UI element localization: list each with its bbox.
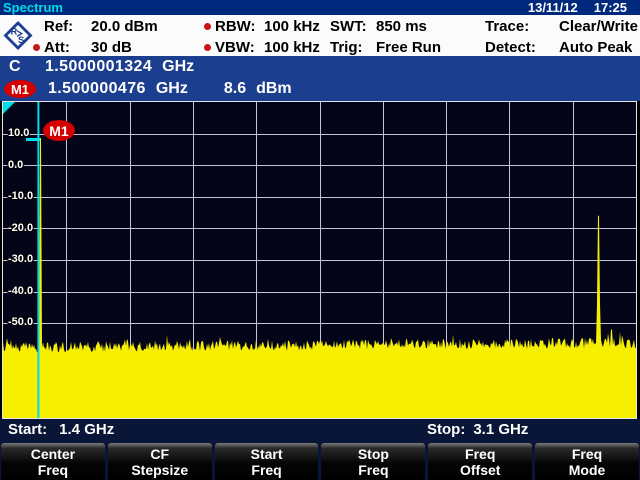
marker1-level-unit: dBm: [256, 80, 292, 98]
trigger-setting: Trig: Free Run: [330, 37, 441, 57]
vbw-value: 100 kHz: [264, 39, 320, 56]
vbw-setting: VBW: 100 kHz: [204, 37, 320, 57]
y-axis-label: 0.0: [8, 158, 44, 172]
marker1-flag[interactable]: M1: [43, 120, 75, 141]
detector-setting: Detect: Auto Peak: [485, 37, 638, 57]
sweep-time-setting: SWT: 850 ms: [330, 16, 441, 36]
stop-freq-readout: Stop:3.1 GHz: [427, 421, 528, 438]
settings-strip: R S Ref: 20.0 dBm Att: 30 dB RBW: 100 kH…: [0, 15, 640, 56]
rbw-setting: RBW: 100 kHz: [204, 16, 320, 36]
softkey-center-freq[interactable]: Center Freq: [1, 443, 105, 480]
attenuation-setting: Att: 30 dB: [33, 37, 158, 57]
rohde-schwarz-logo: R S: [2, 18, 34, 53]
y-axis-label: -30.0: [8, 252, 44, 266]
title-bar: Spectrum 13/11/12 17:25: [0, 0, 640, 15]
detector-value: Auto Peak: [559, 39, 632, 56]
trace-corner-icon: [3, 102, 15, 114]
bullet-icon: [33, 44, 40, 51]
trace-mode-value: Clear/Write: [559, 18, 638, 35]
trace-canvas: [3, 102, 636, 418]
freq-range-bar: Start:1.4 GHz Stop:3.1 GHz: [0, 419, 640, 441]
y-axis-label: -20.0: [8, 221, 44, 235]
softkey-cf-stepsize[interactable]: CF Stepsize: [108, 443, 212, 480]
softkey-freq-offset[interactable]: Freq Offset: [428, 443, 532, 480]
marker1-level-value: 8.6: [224, 80, 246, 98]
bullet-icon: [204, 23, 211, 30]
center-freq-value: 1.5000001324: [45, 58, 152, 76]
spectrum-analyzer-screen: Spectrum 13/11/12 17:25 R S Ref: 20.0 dB…: [0, 0, 640, 480]
trigger-value: Free Run: [376, 39, 441, 56]
center-freq-id: C: [0, 58, 44, 76]
mode-title: Spectrum: [3, 0, 63, 15]
datetime: 13/11/12 17:25: [528, 0, 627, 15]
ref-level-value: 20.0 dBm: [91, 18, 158, 35]
bullet-icon: [204, 44, 211, 51]
svg-text:R: R: [10, 26, 17, 37]
softkey-bar: Center Freq CF Stepsize Start Freq Stop …: [0, 441, 640, 480]
start-freq-value: 1.4 GHz: [59, 421, 114, 438]
sweep-time-value: 850 ms: [376, 18, 427, 35]
date-label: 13/11/12: [528, 0, 578, 15]
rbw-value: 100 kHz: [264, 18, 320, 35]
attenuation-value: 30 dB: [91, 39, 132, 56]
softkey-start-freq[interactable]: Start Freq: [215, 443, 319, 480]
trace-mode-setting: Trace: Clear/Write: [485, 16, 638, 36]
ref-level-setting: Ref: 20.0 dBm: [33, 16, 158, 36]
center-freq-row: C 1.5000001324 GHz: [0, 56, 640, 78]
y-axis-label: -10.0: [8, 189, 44, 203]
marker1-row: M1 1.500000476 GHz 8.6 dBm: [0, 78, 640, 100]
y-axis-label: -40.0: [8, 284, 44, 298]
start-freq-readout: Start:1.4 GHz: [8, 421, 114, 438]
marker1-freq-value: 1.500000476: [48, 80, 146, 98]
marker1-level-tick: [26, 138, 40, 141]
settings-col-trace: Trace: Clear/Write Detect: Auto Peak: [485, 15, 638, 56]
softkey-stop-freq[interactable]: Stop Freq: [321, 443, 425, 480]
spectrum-plot: 10.0 0.0 -10.0 -20.0 -30.0 -40.0 -50.0 M…: [2, 101, 637, 419]
softkey-freq-mode[interactable]: Freq Mode: [535, 443, 639, 480]
stop-freq-value: 3.1 GHz: [473, 421, 528, 438]
marker1-badge[interactable]: M1: [4, 80, 36, 98]
marker-readout-bar: C 1.5000001324 GHz M1 1.500000476 GHz 8.…: [0, 56, 640, 101]
settings-col-sweep: SWT: 850 ms Trig: Free Run: [330, 15, 441, 56]
y-axis-label: -50.0: [8, 315, 44, 329]
settings-col-bandwidth: RBW: 100 kHz VBW: 100 kHz: [204, 15, 320, 56]
settings-col-amplitude: Ref: 20.0 dBm Att: 30 dB: [33, 15, 158, 56]
marker1-freq-unit: GHz: [156, 80, 188, 98]
time-label: 17:25: [594, 0, 627, 15]
center-freq-unit: GHz: [162, 58, 194, 76]
